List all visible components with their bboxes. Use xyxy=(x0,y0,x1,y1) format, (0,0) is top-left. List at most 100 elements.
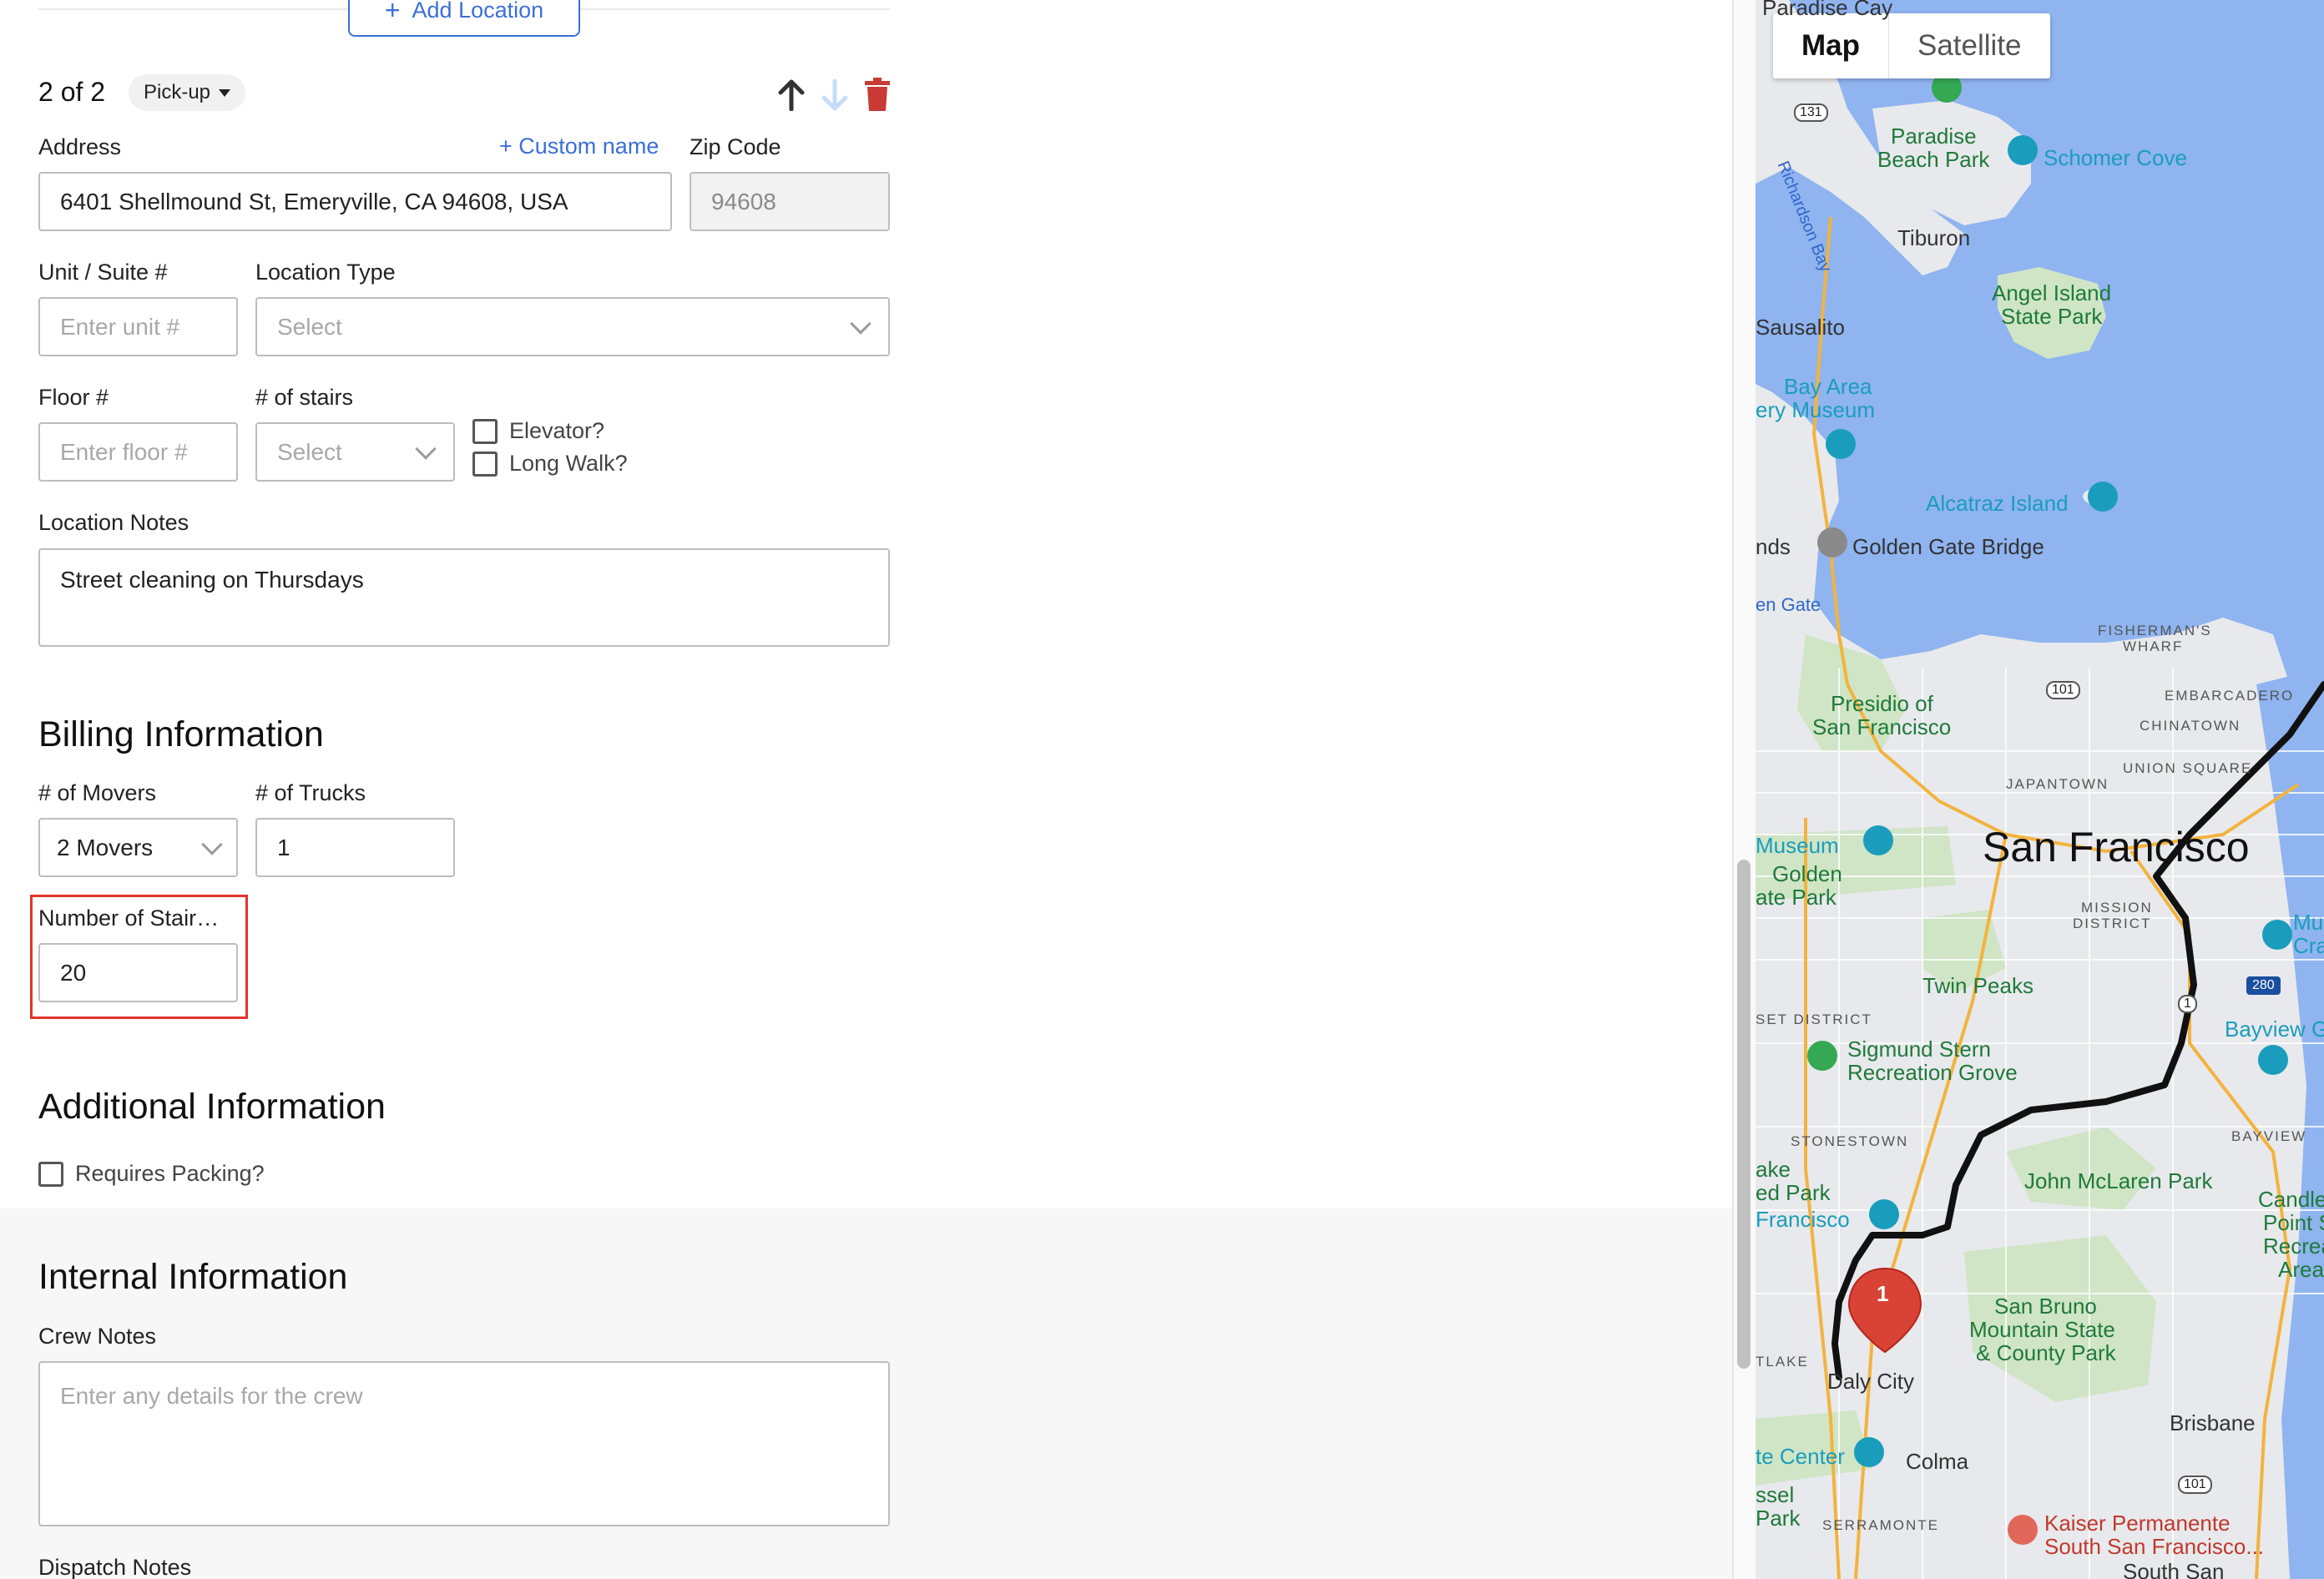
crew-notes-label: Crew Notes xyxy=(38,1324,157,1349)
address-value: 6401 Shellmound St, Emeryville, CA 94608… xyxy=(60,188,568,214)
trucks-input[interactable]: 1 xyxy=(255,818,455,877)
crew-notes-placeholder: Enter any details for the crew xyxy=(60,1383,363,1409)
floor-input[interactable]: Enter floor # xyxy=(38,422,238,482)
map-label: John McLaren Park xyxy=(2024,1168,2213,1193)
trucks-value: 1 xyxy=(277,834,290,860)
map-label: CHINATOWN xyxy=(2140,718,2241,734)
map-label: Daly City xyxy=(1827,1369,1915,1394)
map-label: Golden xyxy=(1772,861,1842,886)
map-label: Francisco xyxy=(1756,1207,1850,1232)
map-label: Alcatraz Island xyxy=(1926,491,2069,516)
checkbox-box[interactable] xyxy=(472,451,498,477)
stairs-select[interactable]: Select xyxy=(255,422,455,482)
map-label: ake xyxy=(1756,1157,1791,1182)
custom-name-link[interactable]: + Custom name xyxy=(499,134,659,159)
long-walk-checkbox[interactable]: Long Walk? xyxy=(472,451,628,477)
map-label: te Center xyxy=(1756,1444,1845,1469)
map-label: Brisbane xyxy=(2170,1410,2256,1435)
map-label: SET DISTRICT xyxy=(1756,1011,1872,1027)
location-notes-textarea[interactable]: Street cleaning on Thursdays xyxy=(38,548,890,647)
movers-select[interactable]: 2 Movers xyxy=(38,818,238,877)
map-label: Sausalito xyxy=(1756,315,1845,340)
map-label: DISTRICT xyxy=(2073,916,2152,931)
delete-stop-button[interactable] xyxy=(861,75,893,114)
zip-code-value: 94608 xyxy=(711,188,776,214)
map-label: Recreat xyxy=(2263,1233,2324,1259)
map-label: Sigmund Stern xyxy=(1847,1037,1991,1062)
highway-shield: 101 xyxy=(2178,1476,2212,1494)
add-location-label: Add Location xyxy=(412,0,544,23)
map-label: Tiburon xyxy=(1897,225,1971,250)
checkbox-box[interactable] xyxy=(472,418,498,444)
map-label: Paradise xyxy=(1891,124,1977,149)
stop-count: 2 of 2 xyxy=(38,77,106,107)
location-notes-value: Street cleaning on Thursdays xyxy=(60,567,364,593)
stairs-label: # of stairs xyxy=(255,385,354,410)
floor-label: Floor # xyxy=(38,385,109,410)
trash-icon xyxy=(865,78,890,111)
highway-shield: 1 xyxy=(2178,995,2197,1013)
map-label: ate Park xyxy=(1756,885,1836,910)
map-label: ssel xyxy=(1756,1482,1795,1507)
satellite-view-button[interactable]: Satellite xyxy=(1888,13,2050,78)
plus-icon: + xyxy=(384,0,401,25)
location-type-placeholder: Select xyxy=(277,313,342,340)
movers-label: # of Movers xyxy=(38,780,157,805)
map-label: JAPANTOWN xyxy=(2006,776,2109,792)
map-city-label: San Francisco xyxy=(1983,824,2250,870)
address-input[interactable]: 6401 Shellmound St, Emeryville, CA 94608… xyxy=(38,172,672,231)
crew-notes-textarea[interactable]: Enter any details for the crew xyxy=(38,1361,890,1526)
chevron-down-icon xyxy=(201,833,223,855)
move-down-button[interactable] xyxy=(818,77,851,114)
map-label: Area xyxy=(2278,1257,2324,1282)
route-map[interactable]: Map Satellite 1 Paradise Cay Paradise Be… xyxy=(1756,0,2324,1579)
map-label: Recreation Grove xyxy=(1847,1060,2018,1085)
zip-code-input: 94608 xyxy=(690,172,890,231)
map-label: Colma xyxy=(1906,1449,1969,1474)
map-label: BAYVIEW xyxy=(2231,1128,2307,1144)
add-location-button[interactable]: + Add Location xyxy=(348,0,580,37)
map-type-toggle[interactable]: Map Satellite xyxy=(1773,13,2050,78)
map-label: San Francisco xyxy=(1812,714,1952,739)
requires-packing-label: Requires Packing? xyxy=(75,1161,265,1186)
unit-input[interactable]: Enter unit # xyxy=(38,297,238,356)
map-label: Mountain State xyxy=(1969,1317,2115,1342)
stop-type-label: Pick-up xyxy=(144,81,211,103)
elevator-checkbox[interactable]: Elevator? xyxy=(472,418,604,444)
location-type-select[interactable]: Select xyxy=(255,297,890,356)
arrow-down-icon xyxy=(821,79,848,111)
map-label: Kaiser Permanente xyxy=(2044,1511,2231,1536)
map-label: Twin Peaks xyxy=(1922,973,2034,998)
checkbox-box[interactable] xyxy=(38,1161,63,1187)
map-label: EMBARCADERO xyxy=(2165,688,2295,704)
stairs-count-label: Number of Stair… xyxy=(38,906,220,931)
stairs-count-input[interactable]: 20 xyxy=(38,943,238,1002)
unit-label: Unit / Suite # xyxy=(38,260,168,285)
caret-down-icon xyxy=(219,88,231,97)
route-marker-label[interactable]: 1 xyxy=(1877,1281,1888,1307)
stairs-placeholder: Select xyxy=(277,438,342,465)
map-label: FISHERMAN'S xyxy=(2098,623,2212,638)
scrollbar-thumb[interactable] xyxy=(1737,860,1751,1369)
map-label: & County Park xyxy=(1976,1340,2116,1365)
map-label: ed Park xyxy=(1756,1180,1831,1205)
map-label: nds xyxy=(1756,534,1791,559)
move-up-button[interactable] xyxy=(775,77,808,114)
trucks-label: # of Trucks xyxy=(255,780,366,805)
highway-shield: 101 xyxy=(2046,681,2080,699)
map-label: Angel Island xyxy=(1992,280,2112,305)
chevron-down-icon xyxy=(850,312,872,335)
additional-section-title: Additional Information xyxy=(38,1087,386,1127)
map-label: en Gate xyxy=(1756,594,1821,615)
address-label: Address xyxy=(38,134,122,159)
requires-packing-checkbox[interactable]: Requires Packing? xyxy=(38,1161,265,1187)
map-label: Beach Park xyxy=(1877,147,1990,172)
map-view-button[interactable]: Map xyxy=(1773,13,1888,78)
location-notes-label: Location Notes xyxy=(38,510,189,535)
map-label: ery Museum xyxy=(1756,397,1876,422)
map-label: STONESTOWN xyxy=(1791,1133,1909,1149)
stop-type-dropdown[interactable]: Pick-up xyxy=(129,74,246,111)
stairs-count-value: 20 xyxy=(60,959,87,986)
unit-placeholder: Enter unit # xyxy=(60,313,180,340)
zip-code-label: Zip Code xyxy=(690,134,781,159)
